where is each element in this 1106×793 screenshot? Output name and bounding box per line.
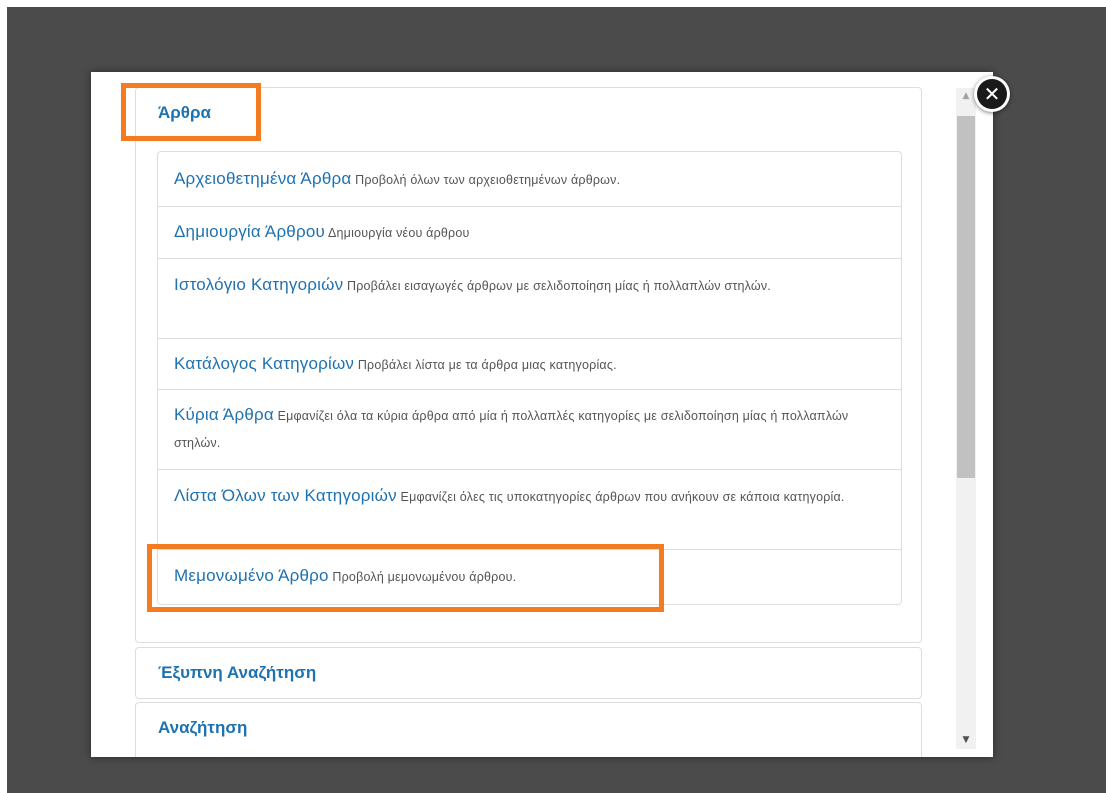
list-item-create-article[interactable]: Δημιουργία Άρθρου Δημιουργία νέου άρθρου (158, 206, 901, 258)
close-icon[interactable]: ✕ (977, 79, 1007, 109)
item-text: Ιστολόγιο Κατηγοριών Προβάλει εισαγωγές … (174, 271, 885, 300)
list-item-featured-articles[interactable]: Κύρια Άρθρα Εμφανίζει όλα τα κύρια άρθρα… (158, 389, 901, 469)
group-panel-smart-search[interactable]: Έξυπνη Αναζήτηση (135, 647, 922, 699)
highlight-box-single-article (147, 544, 664, 612)
item-description: Εμφανίζει όλα τα κύρια άρθρα από μία ή π… (174, 409, 849, 450)
item-text: Κατάλογος Κατηγορίων Προβάλει λίστα με τ… (174, 350, 885, 379)
group-title-smart-search[interactable]: Έξυπνη Αναζήτηση (158, 663, 316, 683)
list-item-all-categories[interactable]: Λίστα Όλων των Κατηγοριών Εμφανίζει όλες… (158, 469, 901, 549)
scrollbar[interactable]: ▲ ▼ (956, 88, 976, 749)
item-description: Προβάλει εισαγωγές άρθρων με σελιδοποίησ… (346, 279, 771, 293)
item-text: Κύρια Άρθρα Εμφανίζει όλα τα κύρια άρθρα… (174, 401, 885, 457)
group-panel-search[interactable]: Αναζήτηση (135, 702, 922, 757)
articles-item-list: Αρχειοθετημένα Άρθρα Προβολή όλων των αρ… (157, 151, 902, 605)
scrollbar-thumb[interactable] (957, 116, 975, 478)
item-title[interactable]: Κύρια Άρθρα (174, 405, 274, 424)
item-description: Εμφανίζει όλες τις υποκατηγορίες άρθρων … (400, 490, 845, 504)
list-item-archived-articles[interactable]: Αρχειοθετημένα Άρθρα Προβολή όλων των αρ… (158, 152, 901, 206)
item-title[interactable]: Δημιουργία Άρθρου (174, 222, 325, 241)
scroll-up-arrow[interactable]: ▲ (956, 88, 976, 105)
item-title[interactable]: Κατάλογος Κατηγορίων (174, 354, 354, 373)
group-title-search[interactable]: Αναζήτηση (158, 718, 247, 738)
item-description: Προβολή όλων των αρχειοθετημένων άρθρων. (355, 173, 621, 187)
item-title[interactable]: Ιστολόγιο Κατηγοριών (174, 275, 343, 294)
scroll-down-arrow[interactable]: ▼ (956, 732, 976, 749)
item-text: Λίστα Όλων των Κατηγοριών Εμφανίζει όλες… (174, 482, 885, 511)
list-item-category-list[interactable]: Κατάλογος Κατηγορίων Προβάλει λίστα με τ… (158, 338, 901, 389)
highlight-box-articles (121, 83, 261, 141)
item-description: Δημιουργία νέου άρθρου (327, 226, 470, 240)
item-title[interactable]: Λίστα Όλων των Κατηγοριών (174, 486, 397, 505)
item-text: Δημιουργία Άρθρου Δημιουργία νέου άρθρου (174, 218, 885, 247)
item-text: Αρχειοθετημένα Άρθρα Προβολή όλων των αρ… (174, 165, 885, 194)
item-description: Προβάλει λίστα με τα άρθρα μιας κατηγορί… (357, 358, 617, 372)
item-title[interactable]: Αρχειοθετημένα Άρθρα (174, 169, 351, 188)
list-item-category-blog[interactable]: Ιστολόγιο Κατηγοριών Προβάλει εισαγωγές … (158, 258, 901, 338)
